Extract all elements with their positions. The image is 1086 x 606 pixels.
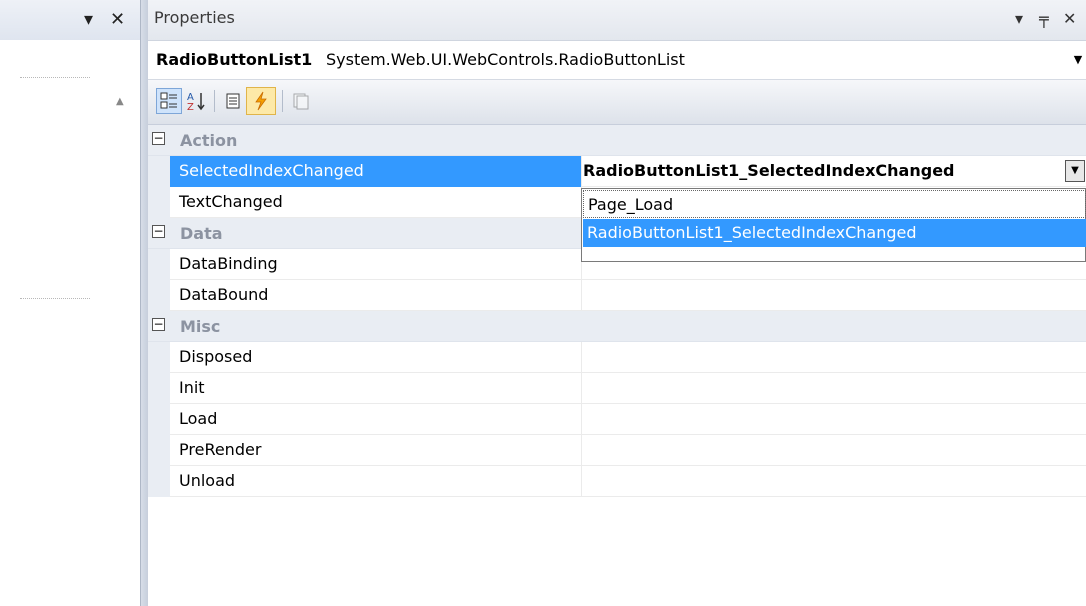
- collapse-icon[interactable]: −: [152, 132, 165, 145]
- property-pages-icon[interactable]: [288, 88, 314, 114]
- collapse-icon[interactable]: −: [152, 318, 165, 331]
- grid-margin: [148, 404, 170, 435]
- object-name: RadioButtonList1: [156, 50, 313, 69]
- object-selector-dropdown-icon[interactable]: ▼: [1070, 53, 1086, 69]
- toolbar-separator: [282, 90, 283, 112]
- grid-margin: [148, 342, 170, 373]
- column-separator: [581, 466, 582, 497]
- property-name: DataBinding: [179, 254, 278, 273]
- column-separator: [581, 280, 582, 311]
- category-label: Data: [180, 224, 223, 243]
- left-panel-header: ▾ ✕: [0, 0, 140, 41]
- panel-menu-dropdown-icon[interactable]: ▾: [84, 9, 93, 30]
- value-dropdown-button[interactable]: ▼: [1065, 160, 1085, 182]
- grid-margin: [148, 466, 170, 497]
- property-row-init[interactable]: Init: [148, 373, 1086, 404]
- column-separator: [581, 435, 582, 466]
- categorized-icon[interactable]: [156, 88, 182, 114]
- property-name: SelectedIndexChanged: [179, 161, 364, 180]
- grid-margin: [148, 249, 170, 280]
- property-name: PreRender: [179, 440, 262, 459]
- panel-close-icon[interactable]: ✕: [110, 9, 125, 30]
- property-name: DataBound: [179, 285, 269, 304]
- dropdown-option[interactable]: Page_Load: [583, 190, 1086, 218]
- property-row-load[interactable]: Load: [148, 404, 1086, 435]
- object-type: System.Web.UI.WebControls.RadioButtonLis…: [326, 50, 685, 69]
- grid-margin: [148, 187, 170, 218]
- property-row-unload[interactable]: Unload: [148, 466, 1086, 497]
- properties-icon[interactable]: [220, 88, 246, 114]
- left-panel-body: ▲: [0, 40, 140, 606]
- design-surface-guide: [20, 298, 90, 299]
- category-row-action[interactable]: − Action: [148, 125, 1086, 156]
- auto-hide-pin-icon[interactable]: ╤: [1039, 9, 1049, 28]
- property-name: Unload: [179, 471, 236, 490]
- event-handler-dropdown-list: Page_Load RadioButtonList1_SelectedIndex…: [581, 188, 1086, 262]
- toolbar-separator: [214, 90, 215, 112]
- properties-title-bar: Properties ▾ ╤ ✕: [148, 0, 1086, 41]
- left-tool-panel: ▾ ✕ ▲: [0, 0, 140, 606]
- property-row-selectedindexchanged[interactable]: SelectedIndexChanged RadioButtonList1_Se…: [148, 156, 1086, 187]
- window-position-dropdown-icon[interactable]: ▾: [1015, 9, 1023, 28]
- lightning-bolt-icon[interactable]: [246, 87, 276, 115]
- property-row-databound[interactable]: DataBound: [148, 280, 1086, 311]
- dropdown-option-selected[interactable]: RadioButtonList1_SelectedIndexChanged: [583, 219, 1086, 247]
- column-separator: [581, 404, 582, 435]
- property-name: Init: [179, 378, 205, 397]
- category-label: Action: [180, 131, 238, 150]
- property-name: TextChanged: [179, 192, 283, 211]
- column-separator: [581, 156, 582, 187]
- design-surface-guide: [20, 77, 90, 78]
- property-row-disposed[interactable]: Disposed: [148, 342, 1086, 373]
- collapse-icon[interactable]: −: [152, 225, 165, 238]
- grid-margin: [148, 280, 170, 311]
- properties-window: Properties ▾ ╤ ✕ RadioButtonList1 System…: [148, 0, 1086, 606]
- properties-toolbar: AZ: [148, 80, 1086, 216]
- property-name: Load: [179, 409, 218, 428]
- svg-text:Z: Z: [187, 102, 194, 112]
- alphabetical-icon[interactable]: AZ: [184, 88, 210, 114]
- property-row-prerender[interactable]: PreRender: [148, 435, 1086, 466]
- scroll-up-arrow-icon[interactable]: ▲: [116, 96, 124, 107]
- object-selector[interactable]: RadioButtonList1 System.Web.UI.WebContro…: [148, 41, 1086, 80]
- properties-title: Properties: [154, 8, 235, 27]
- dropdown-option-label: RadioButtonList1_SelectedIndexChanged: [587, 223, 917, 242]
- grid-margin: [148, 435, 170, 466]
- grid-margin: [148, 373, 170, 404]
- column-separator: [581, 342, 582, 373]
- column-separator: [581, 373, 582, 404]
- property-value-input[interactable]: RadioButtonList1_SelectedIndexChanged: [583, 161, 955, 180]
- grid-margin: [148, 156, 170, 187]
- close-icon[interactable]: ✕: [1063, 9, 1076, 28]
- property-name: Disposed: [179, 347, 253, 366]
- category-row-misc[interactable]: − Misc: [148, 311, 1086, 342]
- dropdown-option-label: Page_Load: [588, 195, 674, 214]
- category-label: Misc: [180, 317, 221, 336]
